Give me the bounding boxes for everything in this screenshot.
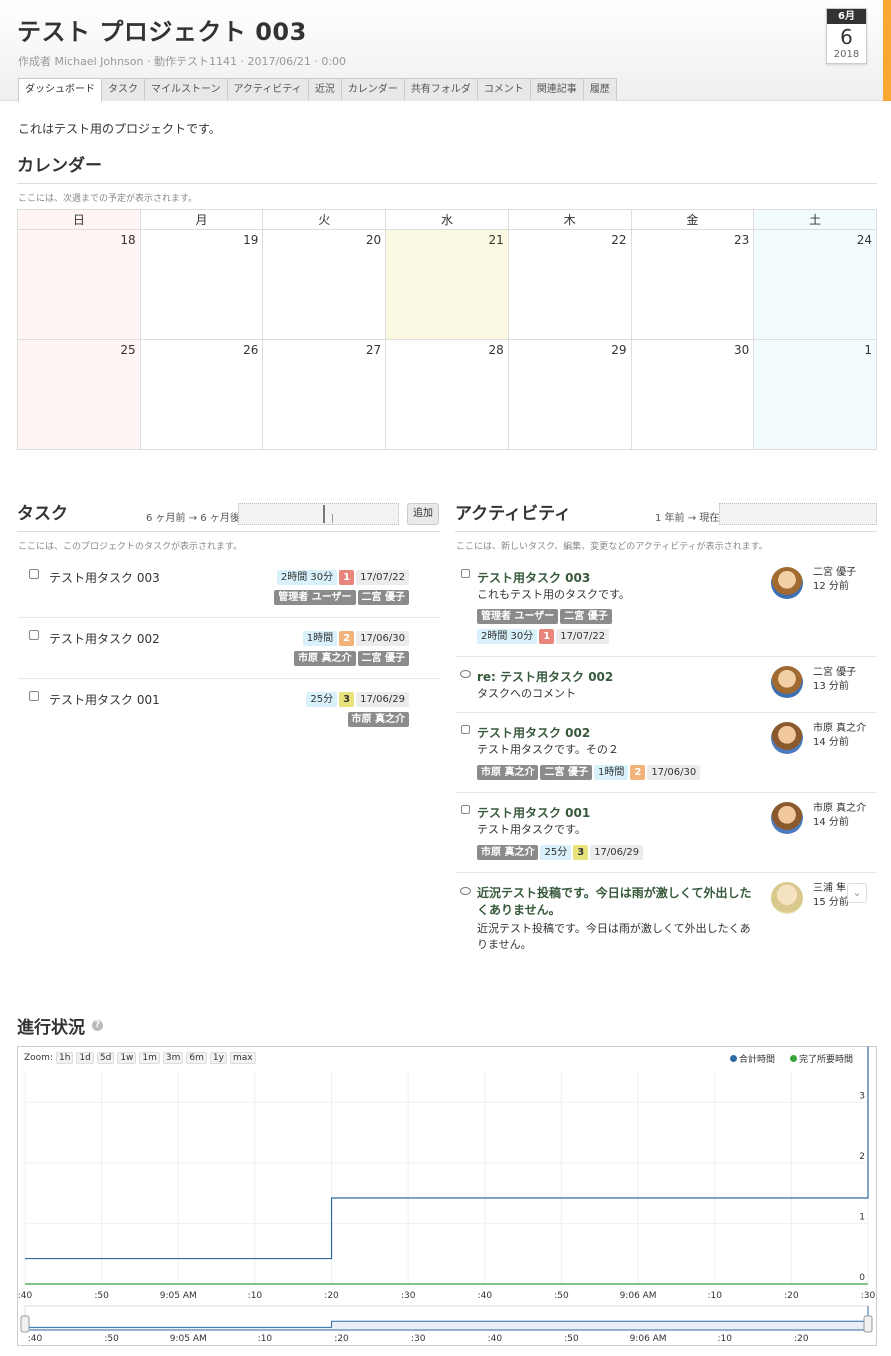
x-tick-label: 9:06 AM [620,1291,657,1301]
x-tick-label: :10 [707,1291,722,1301]
navigator-tick-label: :20 [794,1334,809,1344]
chart-labels: 0 1 2 3 :40 :50 9:05 AM :10 :20 :30 :40 :50 9:06 AM:… [18,1091,876,1301]
chart-marks [25,1046,869,1285]
navigator-tick-label: :50 [104,1334,119,1344]
x-tick-label: :20 [784,1291,799,1301]
progress-chart-plot: 0 1 2 3 :40 :50 9:05 AM :10 :20 :30 :40 :50 9:06 AM:… [18,1046,876,1344]
x-tick-label: :20 [324,1291,339,1301]
chart-grid [24,1072,869,1285]
y-tick-label: 1 [859,1212,865,1222]
navigator-tick-label: :40 [488,1334,503,1344]
x-tick-label: :30 [861,1291,876,1301]
navigator-tick-label: :10 [717,1334,732,1344]
series-line [25,1046,869,1260]
y-tick-label: 2 [859,1152,865,1162]
y-tick-label: 0 [859,1273,865,1283]
navigator-tick-label: :10 [258,1334,273,1344]
navigator-handle [863,1315,873,1333]
x-tick-label: :50 [554,1291,569,1301]
chart-navigator[interactable]: :40 :50 9:05 AM :10 :20 :30 :40 :50 9:06 AM :10 :2… [20,1305,873,1344]
navigator-tick-label: 9:06 AM [630,1334,667,1344]
y-tick-label: 3 [859,1091,865,1101]
x-tick-label: :10 [248,1291,263,1301]
navigator-handle [20,1315,30,1333]
x-tick-label: :40 [18,1291,33,1301]
navigator-tick-label: :20 [334,1334,349,1344]
navigator-tick-label: 9:05 AM [170,1334,207,1344]
x-tick-label: :50 [94,1291,109,1301]
navigator-tick-label: :30 [411,1334,426,1344]
x-tick-label: :40 [478,1291,493,1301]
x-tick-label: 9:05 AM [160,1291,197,1301]
navigator-tick-label: :50 [564,1334,579,1344]
navigator-tick-label: :40 [28,1334,43,1344]
x-tick-label: :30 [401,1291,416,1301]
